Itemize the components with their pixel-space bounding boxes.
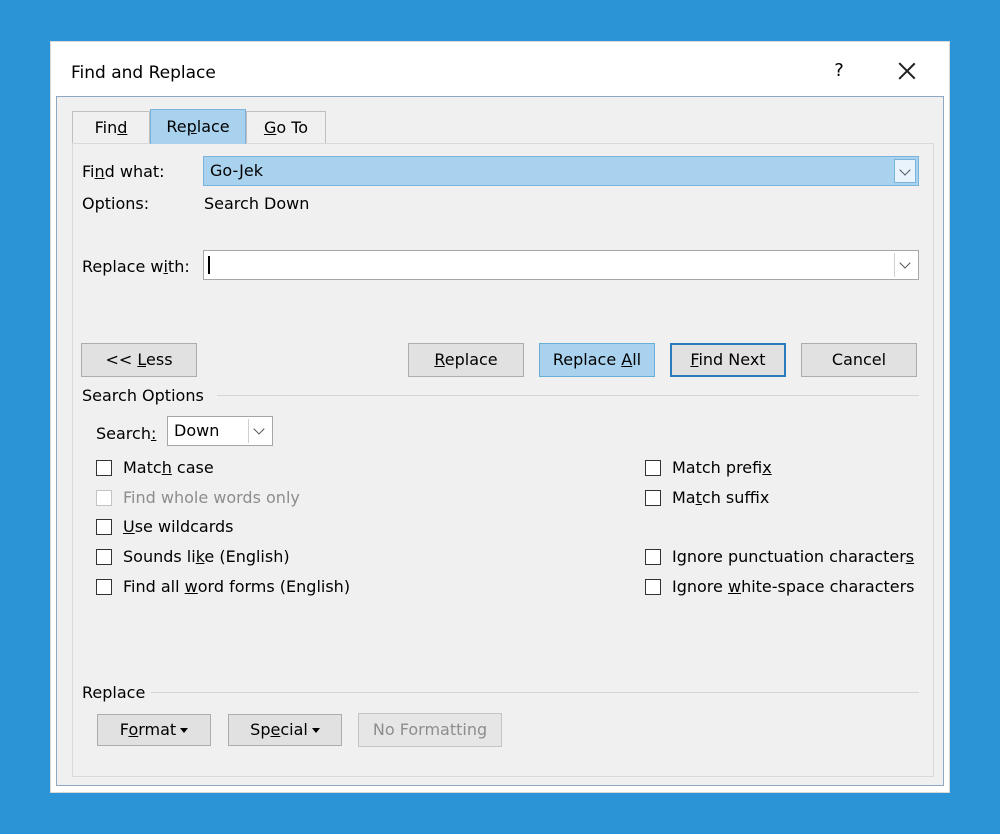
checkbox-box[interactable] xyxy=(645,579,661,595)
checkbox-box[interactable] xyxy=(96,460,112,476)
dropdown-arrow-icon xyxy=(180,728,189,733)
search-options-divider xyxy=(217,395,919,396)
tab-find[interactable]: Find xyxy=(72,111,150,143)
options-value: Search Down xyxy=(204,194,310,213)
replace-all-button[interactable]: Replace All xyxy=(539,343,655,377)
tab-replace[interactable]: Replace xyxy=(150,109,246,144)
text-caret xyxy=(208,256,210,274)
checkbox-box[interactable] xyxy=(645,490,661,506)
checkbox-box[interactable] xyxy=(96,579,112,595)
replace-section-divider xyxy=(151,692,919,693)
close-icon[interactable] xyxy=(889,56,925,86)
checkbox-box[interactable] xyxy=(96,490,112,506)
checkbox-box[interactable] xyxy=(96,549,112,565)
title-bar: Find and Replace ? xyxy=(51,42,949,100)
checkbox-box[interactable] xyxy=(645,460,661,476)
less-button[interactable]: << Less xyxy=(81,343,197,377)
find-what-value: Go-Jek xyxy=(210,161,263,180)
help-button[interactable]: ? xyxy=(823,56,855,86)
tab-goto-accel: G xyxy=(263,118,277,137)
tab-go-to[interactable]: Go To xyxy=(246,111,326,143)
checkbox-box[interactable] xyxy=(96,519,112,535)
checkbox-box[interactable] xyxy=(645,549,661,565)
replace-button[interactable]: Replace xyxy=(408,343,524,377)
tab-replace-label-rest: lace xyxy=(196,117,230,136)
chevron-down-icon[interactable] xyxy=(894,159,916,183)
dialog-title: Find and Replace xyxy=(71,63,216,83)
tab-find-label: Fin xyxy=(94,118,118,137)
dropdown-arrow-icon xyxy=(311,728,320,733)
replace-with-label: Replace with: xyxy=(82,257,190,276)
search-direction-select[interactable]: Down xyxy=(167,416,273,446)
search-direction-label: Search: xyxy=(96,424,157,443)
replace-with-input[interactable] xyxy=(203,250,919,280)
search-options-heading: Search Options xyxy=(82,386,204,405)
tab-replace-label: Re xyxy=(166,117,187,136)
chevron-down-icon[interactable] xyxy=(894,253,916,277)
chevron-down-icon[interactable] xyxy=(248,419,270,443)
search-direction-value: Down xyxy=(174,421,220,440)
format-button[interactable]: Format xyxy=(97,714,211,746)
options-label: Options: xyxy=(82,194,150,213)
replace-section-heading: Replace xyxy=(82,683,146,702)
find-replace-dialog: Find and Replace ? Find Go To Find what:… xyxy=(50,41,950,793)
tab-replace-accel: p xyxy=(186,117,197,136)
no-formatting-button[interactable]: No Formatting xyxy=(358,713,502,747)
tab-goto-label: o To xyxy=(276,118,309,137)
find-what-input[interactable]: Go-Jek xyxy=(203,156,919,186)
find-next-button[interactable]: Find Next xyxy=(670,343,786,377)
tab-find-accel: d xyxy=(117,118,128,137)
special-button[interactable]: Special xyxy=(228,714,342,746)
find-what-label: Find what: xyxy=(82,162,165,181)
cancel-button[interactable]: Cancel xyxy=(801,343,917,377)
